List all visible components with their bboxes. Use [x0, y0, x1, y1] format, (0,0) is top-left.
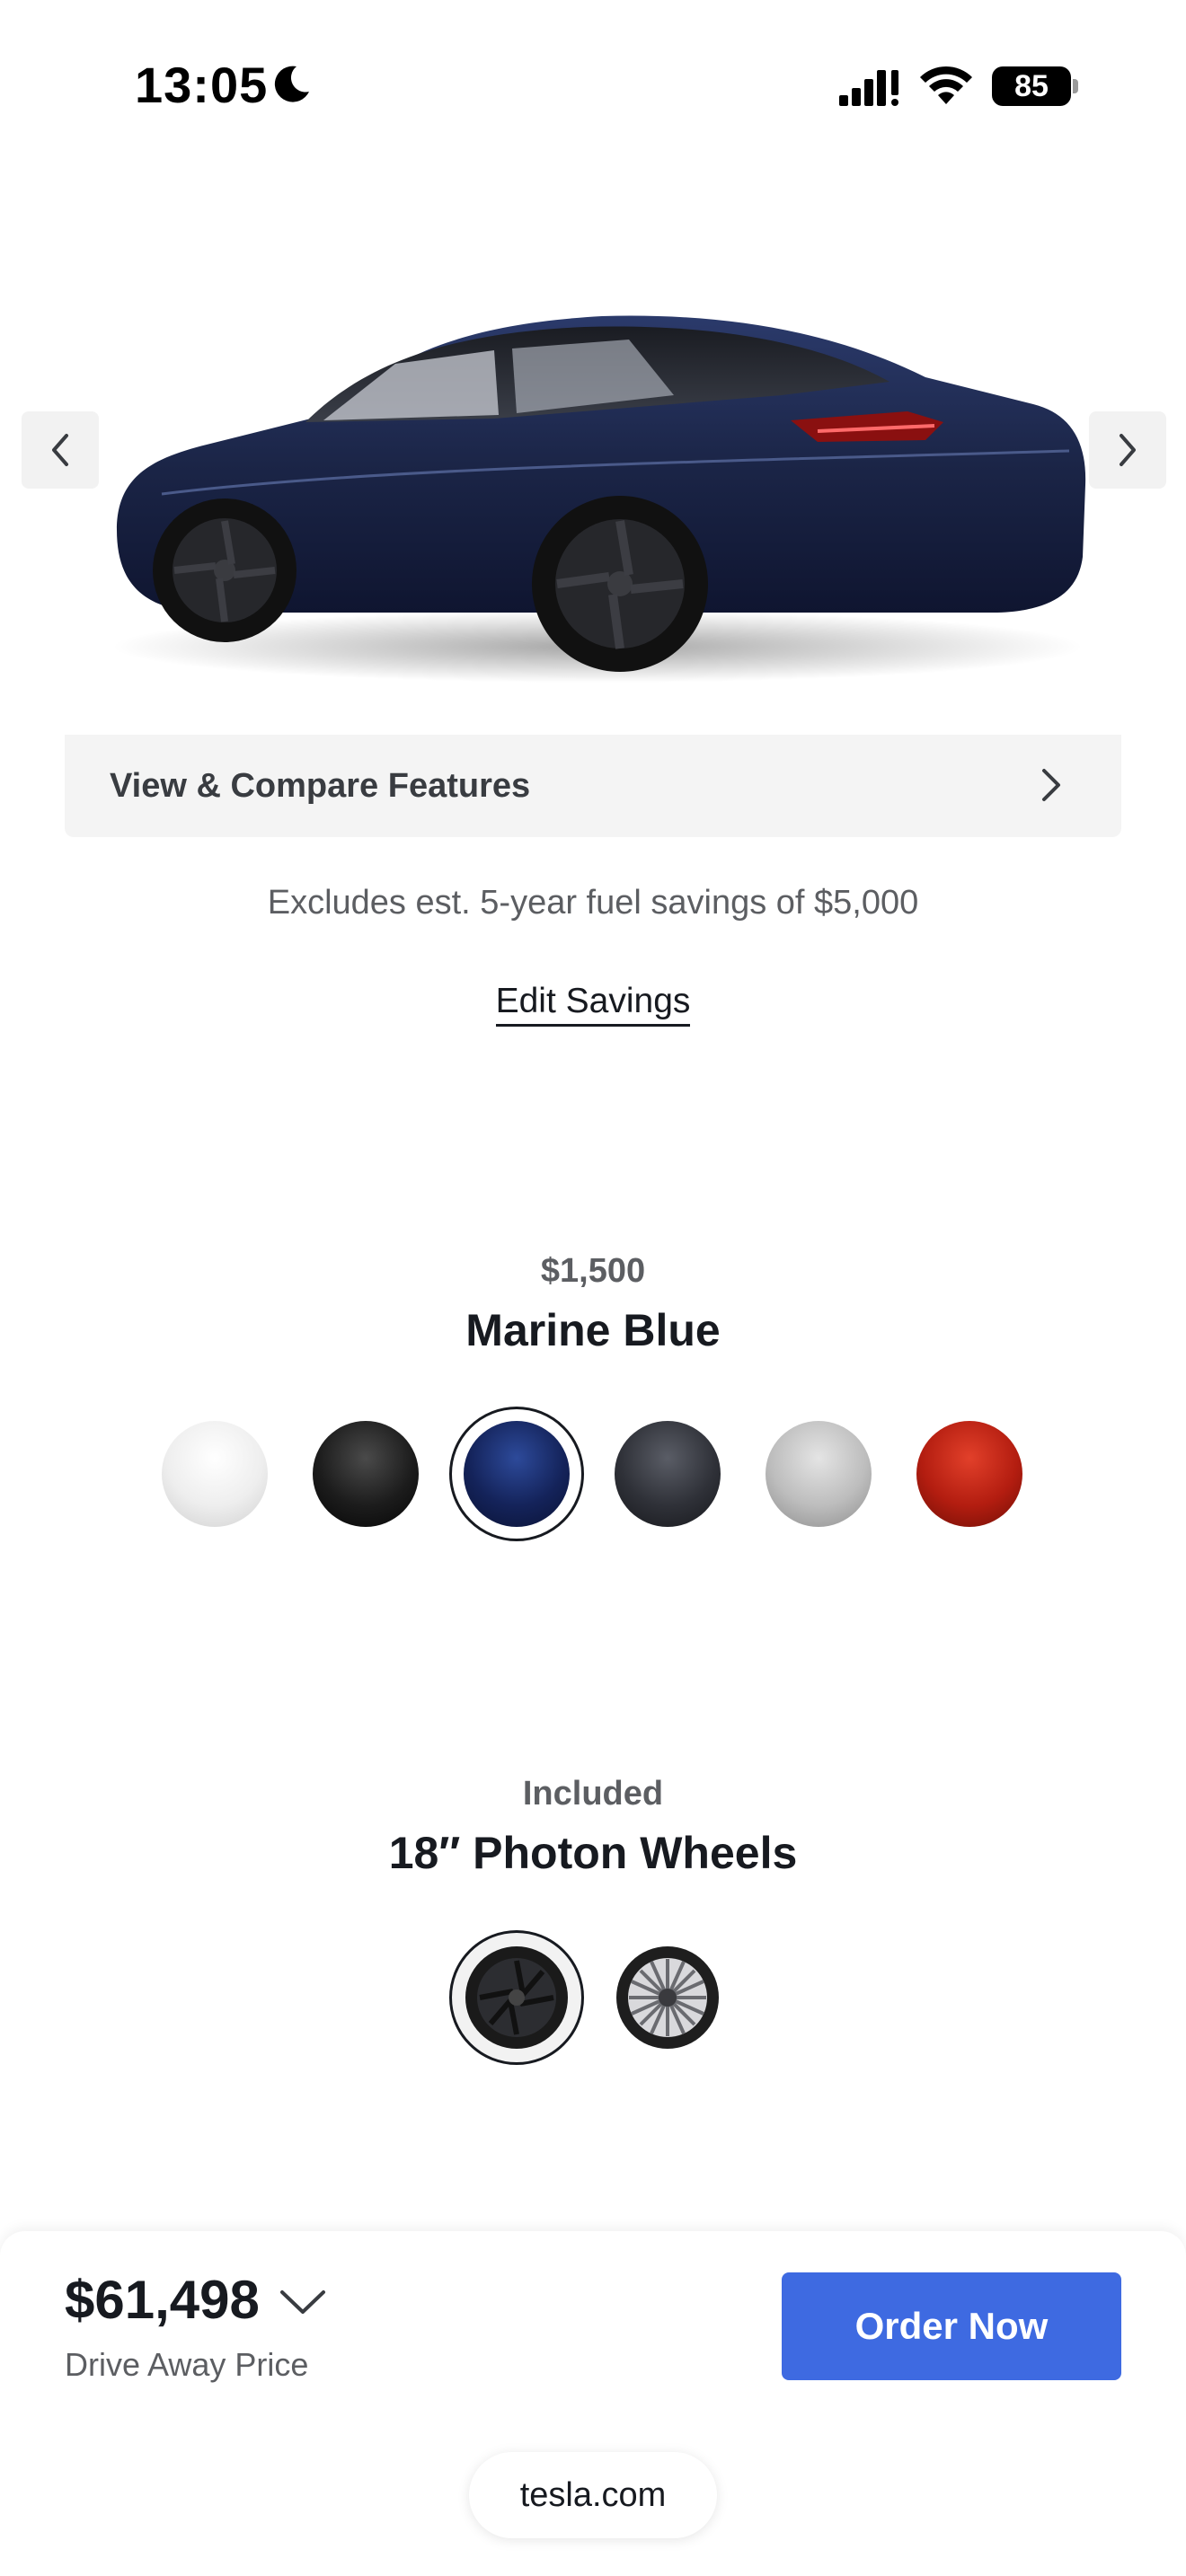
chevron-left-icon — [52, 434, 68, 466]
paint-price: $1,500 — [540, 1252, 646, 1290]
chevron-down-icon[interactable] — [279, 2280, 327, 2323]
order-summary-bar: $61,498 Drive Away Price Order Now tesla… — [0, 2231, 1186, 2576]
paint-swatch-white[interactable] — [162, 1421, 268, 1527]
status-bar: 13:05 85 — [0, 0, 1186, 171]
paint-swatch-stealth-grey[interactable] — [615, 1421, 721, 1527]
battery-icon: 85 — [992, 66, 1071, 106]
moon-icon — [274, 66, 309, 102]
paint-swatch-red[interactable] — [916, 1421, 1022, 1527]
nova-wheel-icon — [616, 1946, 719, 2049]
paint-swatch-silver[interactable] — [766, 1421, 872, 1527]
edit-savings-link[interactable]: Edit Savings — [0, 982, 1186, 1027]
price-label: Drive Away Price — [65, 2346, 309, 2383]
wheel-option-photon[interactable] — [449, 1930, 584, 2065]
configurator-page: 13:05 85 View & Compare Features Exclude… — [0, 0, 1186, 2576]
previous-view-button[interactable] — [22, 411, 99, 489]
paint-swatch-marine-blue[interactable] — [449, 1407, 584, 1541]
car-viewer — [0, 225, 1186, 710]
car-image — [112, 315, 1086, 683]
chevron-right-icon — [1120, 434, 1136, 466]
total-price: $61,498 — [65, 2270, 260, 2330]
battery-cap — [1073, 79, 1078, 93]
fuel-savings-text: Excludes est. 5-year fuel savings of $5,… — [267, 884, 919, 922]
wheel-option-nova[interactable] — [615, 1945, 721, 2051]
compare-features-label: View & Compare Features — [110, 767, 531, 805]
wheel-price: Included — [522, 1775, 664, 1813]
paint-name: Marine Blue — [465, 1305, 721, 1355]
chevron-right-icon — [1042, 769, 1060, 801]
wheel-name: 18″ Photon Wheels — [388, 1828, 798, 1878]
wifi-icon — [920, 66, 972, 104]
photon-wheel-icon — [465, 1946, 568, 2049]
browser-url-pill[interactable]: tesla.com — [469, 2452, 717, 2538]
compare-features-button[interactable]: View & Compare Features — [65, 735, 1121, 837]
order-now-button[interactable]: Order Now — [782, 2272, 1121, 2380]
edit-savings-label: Edit Savings — [495, 982, 691, 1027]
selected-ring — [449, 1407, 584, 1541]
next-view-button[interactable] — [1089, 411, 1166, 489]
paint-swatch-black[interactable] — [313, 1421, 419, 1527]
signal-icon — [839, 70, 898, 106]
status-time: 13:05 — [135, 57, 269, 113]
